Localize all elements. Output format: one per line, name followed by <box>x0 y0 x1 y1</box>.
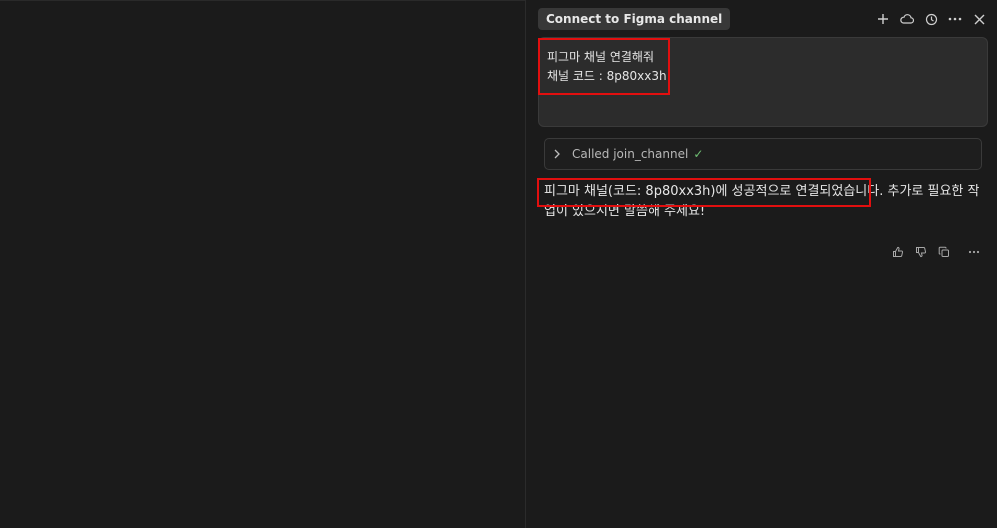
feedback-actions <box>886 243 985 261</box>
user-message-text: 피그마 채널 연결해줘 채널 코드 : 8p80xx3h <box>547 48 667 86</box>
more-icon[interactable] <box>962 243 985 261</box>
user-message-box[interactable]: 피그마 채널 연결해줘 채널 코드 : 8p80xx3h <box>538 37 988 127</box>
user-message-line-2: 채널 코드 : 8p80xx3h <box>547 69 667 83</box>
tool-call-label: Called join_channel <box>572 147 689 161</box>
copy-icon[interactable] <box>932 243 955 261</box>
app-window: Connect to Figma channel 피그마 채널 연결해줘 채널 … <box>0 0 997 528</box>
history-icon[interactable] <box>919 9 943 29</box>
chat-panel: Connect to Figma channel 피그마 채널 연결해줘 채널 … <box>526 0 997 528</box>
tool-call-row[interactable]: Called join_channel ✓ <box>544 138 982 170</box>
chat-title[interactable]: Connect to Figma channel <box>538 8 731 30</box>
chat-header: Connect to Figma channel <box>526 0 997 36</box>
plus-icon[interactable] <box>871 9 895 29</box>
editor-pane[interactable] <box>0 0 525 528</box>
user-message-line-1: 피그마 채널 연결해줘 <box>547 50 654 64</box>
chevron-right-icon <box>553 147 567 161</box>
thumbs-up-icon[interactable] <box>886 243 909 261</box>
thumbs-down-icon[interactable] <box>909 243 932 261</box>
more-icon[interactable] <box>943 9 967 29</box>
close-icon[interactable] <box>967 9 991 29</box>
assistant-message: 피그마 채널(코드: 8p80xx3h)에 성공적으로 연결되었습니다. 추가로… <box>544 184 980 219</box>
check-icon: ✓ <box>693 147 704 161</box>
cloud-icon[interactable] <box>895 9 919 29</box>
header-actions <box>871 9 991 29</box>
